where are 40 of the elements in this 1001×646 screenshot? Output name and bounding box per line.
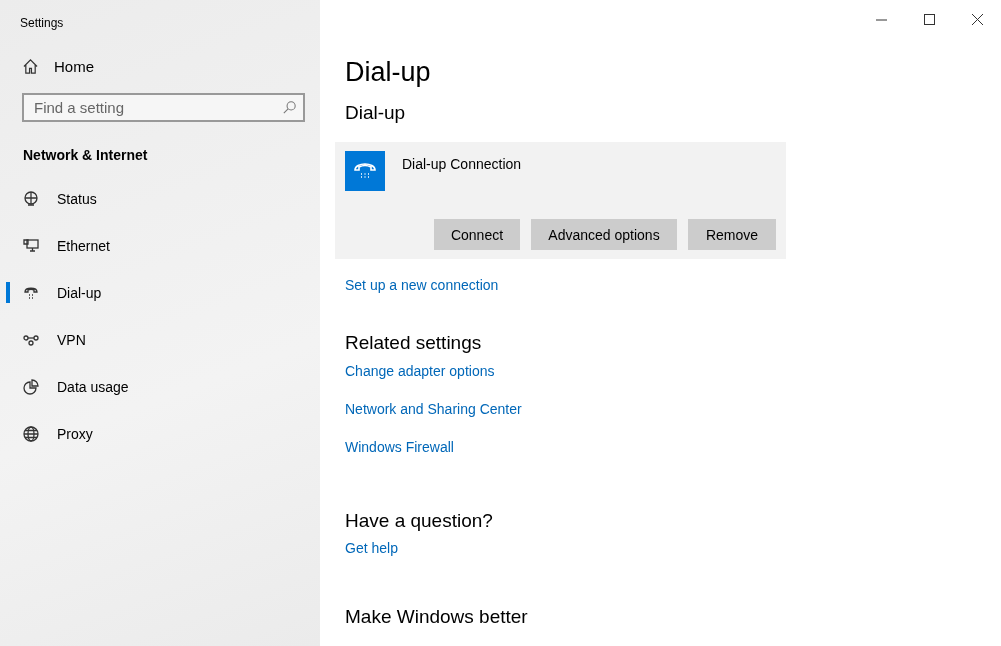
nav-item[interactable]: Status [8,175,320,222]
close-icon [971,13,983,25]
setup-link[interactable]: Set up a new connection [335,277,499,293]
settings-link[interactable]: Change adapter options [335,363,495,379]
settings-link[interactable]: Network and Sharing Center [335,401,522,417]
phone-icon [345,151,385,191]
section-heading: Related settings [344,332,483,354]
maximize-icon [923,13,935,25]
globe-monitor-icon [23,190,39,207]
section-heading: Have a question? [344,510,494,532]
nav-item[interactable]: Ethernet [8,222,320,269]
action-button[interactable]: Remove [688,219,776,250]
nav-item[interactable]: Dial-up [8,269,320,316]
help-link[interactable]: Get help [335,540,398,556]
monitor-icon [23,237,39,254]
home-link[interactable]: Home [23,58,94,75]
nav-label: Data usage [57,378,129,395]
globe-icon [23,425,39,442]
nav-item[interactable]: VPN [8,316,320,363]
nav-label: VPN [57,331,86,348]
section-heading: Network & Internet [23,147,149,163]
home-icon [23,59,38,74]
nav-label: Proxy [57,425,93,442]
settings-link[interactable]: Windows Firewall [335,439,454,455]
section-heading: Dial-up [344,102,407,124]
search-field[interactable]: Find a setting [22,93,305,122]
search-icon [283,101,296,114]
pie-chart-icon [23,378,39,395]
section-heading: Make Windows better [344,606,529,628]
nav-item[interactable]: Proxy [8,410,320,457]
nav-label: Dial-up [57,284,102,301]
home-label: Home [54,58,94,75]
page-title: Dial-up [345,57,432,88]
connection-name: Dial-up Connection [402,156,522,174]
action-button[interactable]: Connect [434,219,520,250]
nav-label: Ethernet [57,237,110,254]
nav-label: Status [57,190,97,207]
window-title: Settings [20,16,65,30]
nav-item[interactable]: Data usage [8,363,320,410]
action-button[interactable]: Advanced options [531,219,677,250]
